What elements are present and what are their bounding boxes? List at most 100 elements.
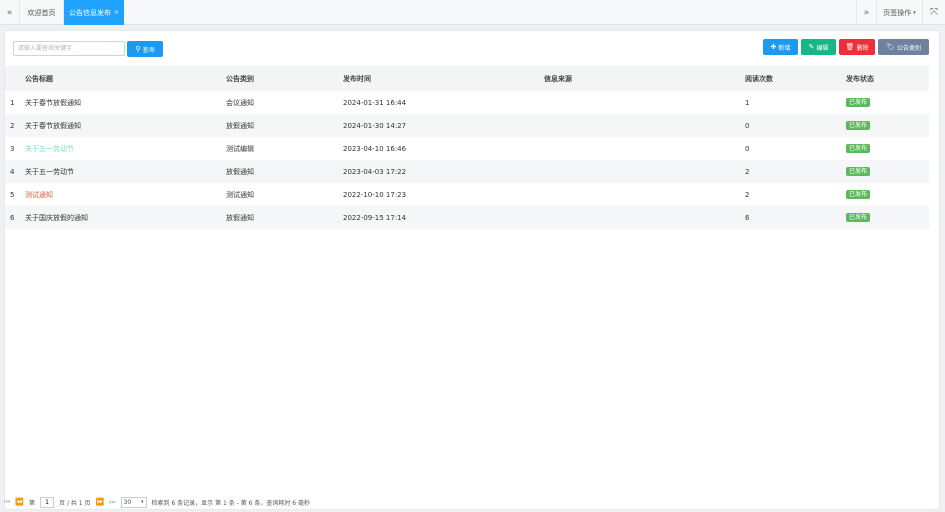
main-panel: ⚲ 查询 ✚ 新增 ✎ 编辑 🗑 删除 🏷 公告类别 公告标题 公告类别 发布时… xyxy=(4,30,940,510)
row-title[interactable]: 关于春节放假通知 xyxy=(25,114,81,137)
row-title[interactable]: 测试通知 xyxy=(25,183,53,206)
row-category: 放假通知 xyxy=(226,121,254,130)
row-reads: 6 xyxy=(745,213,750,222)
scroll-tabs-right-button[interactable]: » xyxy=(856,0,876,25)
row-time: 2023-04-03 17:22 xyxy=(343,167,407,176)
table-row[interactable]: 1 关于春节放假通知 会议通知 2024-01-31 16:44 1 已发布 xyxy=(5,91,929,114)
tab-bar: « 欢迎首页 公告信息发布 ✕ » 页签操作 ▾ ⤧ xyxy=(0,0,945,25)
status-badge: 已发布 xyxy=(846,212,871,223)
row-reads: 2 xyxy=(745,167,750,176)
row-time: 2023-04-10 16:46 xyxy=(343,144,407,153)
row-category: 放假通知 xyxy=(226,167,254,176)
tab-operations-label: 页签操作 xyxy=(883,8,912,17)
table-row[interactable]: 4 关于五一劳动节 放假通知 2023-04-03 17:22 2 已发布 xyxy=(5,160,929,183)
header-source[interactable]: 信息来源 xyxy=(544,66,572,91)
pagination-bar: ⏮ ⏪ 第 页 / 共 1 页 ⏩ ⏭ 30 ▾ 检索到 6 条记录，显示 第 … xyxy=(4,494,310,510)
next-page-icon[interactable]: ⏩ xyxy=(96,498,105,506)
row-category: 放假通知 xyxy=(226,213,254,222)
tags-icon: 🏷 xyxy=(886,42,895,51)
search-input[interactable] xyxy=(13,41,125,56)
row-index: 4 xyxy=(10,167,15,176)
search-button[interactable]: ⚲ 查询 xyxy=(127,41,163,57)
plus-icon: ✚ xyxy=(770,42,777,51)
header-status[interactable]: 发布状态 xyxy=(846,66,874,91)
page-size-select[interactable]: 30 ▾ xyxy=(120,496,147,508)
row-status: 已发布 xyxy=(846,160,871,183)
double-chevron-right-icon: » xyxy=(863,7,870,18)
tab-active-label: 公告信息发布 xyxy=(68,8,111,17)
edit-button[interactable]: ✎ 编辑 xyxy=(801,39,836,55)
row-reads: 2 xyxy=(745,190,750,199)
add-button-label: 新增 xyxy=(778,44,791,52)
delete-button-label: 删除 xyxy=(856,44,869,52)
category-button-label: 公告类别 xyxy=(896,44,921,52)
table-row[interactable]: 2 关于春节放假通知 放假通知 2024-01-30 14:27 0 已发布 xyxy=(5,114,929,137)
header-category[interactable]: 公告类别 xyxy=(226,66,254,91)
tab-home-label: 欢迎首页 xyxy=(27,8,56,17)
row-time: 2024-01-30 14:27 xyxy=(343,121,407,130)
announcement-table: 公告标题 公告类别 发布时间 信息来源 阅读次数 发布状态 1 关于春节放假通知… xyxy=(5,66,929,229)
header-title[interactable]: 公告标题 xyxy=(25,66,53,91)
page-size-value: 30 xyxy=(123,498,132,506)
row-index: 6 xyxy=(10,213,15,222)
row-category: 测试通知 xyxy=(226,190,254,199)
table-row[interactable]: 5 测试通知 测试通知 2022-10-10 17:23 2 已发布 xyxy=(5,183,929,206)
row-time: 2022-09-15 17:14 xyxy=(343,213,407,222)
row-status: 已发布 xyxy=(846,183,871,206)
page-prefix: 第 xyxy=(29,499,36,507)
status-badge: 已发布 xyxy=(846,97,871,108)
row-status: 已发布 xyxy=(846,91,871,114)
tab-announcement-publish[interactable]: 公告信息发布 ✕ xyxy=(64,0,124,25)
last-page-icon[interactable]: ⏭ xyxy=(109,498,115,507)
row-status: 已发布 xyxy=(846,137,871,160)
prev-page-icon[interactable]: ⏪ xyxy=(15,498,24,506)
tab-operations-dropdown[interactable]: 页签操作 ▾ xyxy=(876,0,922,25)
table-row[interactable]: 6 关于国庆放假的通知 放假通知 2022-09-15 17:14 6 已发布 xyxy=(5,206,929,229)
add-button[interactable]: ✚ 新增 xyxy=(763,39,798,55)
table-row[interactable]: 3 关于五一劳动节 测试编辑 2023-04-10 16:46 0 已发布 xyxy=(5,137,929,160)
row-title[interactable]: 关于五一劳动节 xyxy=(25,160,74,183)
row-title[interactable]: 关于五一劳动节 xyxy=(25,137,74,160)
search-icon: ⚲ xyxy=(135,44,141,53)
page-suffix: 页 / 共 1 页 xyxy=(59,499,91,507)
pager-summary: 检索到 6 条记录，显示 第 1 条 - 第 6 条，查询耗时 6 毫秒 xyxy=(151,499,310,507)
category-button[interactable]: 🏷 公告类别 xyxy=(878,39,929,55)
row-index: 1 xyxy=(10,98,15,107)
scroll-tabs-left-button[interactable]: « xyxy=(0,0,20,25)
row-reads: 0 xyxy=(745,144,750,153)
row-category: 会议通知 xyxy=(226,98,254,107)
row-status: 已发布 xyxy=(846,114,871,137)
search-button-label: 查询 xyxy=(142,46,155,54)
header-reads[interactable]: 阅读次数 xyxy=(745,66,773,91)
tab-close-icon[interactable]: ✕ xyxy=(114,9,119,16)
status-badge: 已发布 xyxy=(846,189,871,200)
row-reads: 1 xyxy=(745,98,750,107)
row-time: 2024-01-31 16:44 xyxy=(343,98,407,107)
status-badge: 已发布 xyxy=(846,143,871,154)
edit-button-label: 编辑 xyxy=(816,44,829,52)
status-badge: 已发布 xyxy=(846,120,871,131)
row-title[interactable]: 关于春节放假通知 xyxy=(25,91,81,114)
header-time[interactable]: 发布时间 xyxy=(343,66,371,91)
row-time: 2022-10-10 17:23 xyxy=(343,190,407,199)
row-index: 3 xyxy=(10,144,15,153)
trash-icon: 🗑 xyxy=(845,42,855,51)
row-category: 测试编辑 xyxy=(226,144,254,153)
status-badge: 已发布 xyxy=(846,166,871,177)
edit-icon: ✎ xyxy=(808,42,815,51)
double-chevron-left-icon: « xyxy=(6,7,13,18)
row-index: 5 xyxy=(10,190,15,199)
fullscreen-button[interactable]: ⤧ xyxy=(922,0,945,25)
table-header: 公告标题 公告类别 发布时间 信息来源 阅读次数 发布状态 xyxy=(5,66,929,91)
caret-down-icon: ▾ xyxy=(913,9,916,16)
page-number-input[interactable] xyxy=(40,496,55,508)
caret-down-icon: ▾ xyxy=(141,499,144,505)
first-page-icon[interactable]: ⏮ xyxy=(4,498,10,507)
row-title[interactable]: 关于国庆放假的通知 xyxy=(25,206,88,229)
row-status: 已发布 xyxy=(846,206,871,229)
row-reads: 0 xyxy=(745,121,750,130)
expand-icon: ⤧ xyxy=(930,7,938,18)
delete-button[interactable]: 🗑 删除 xyxy=(839,39,875,55)
row-index: 2 xyxy=(10,121,15,130)
tab-home[interactable]: 欢迎首页 xyxy=(20,0,64,25)
